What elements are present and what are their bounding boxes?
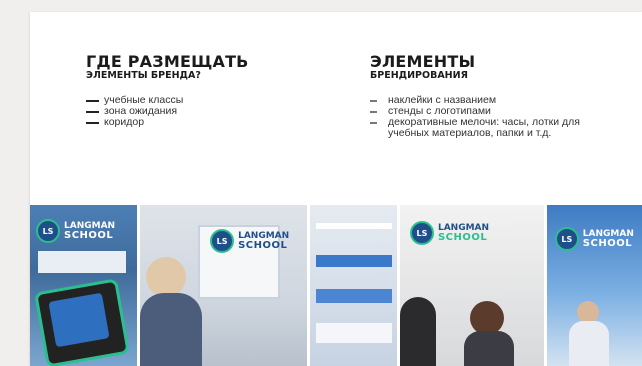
brand-logo: LS LANGMAN SCHOOL (409, 221, 489, 245)
photo-classroom: LS LANGMAN SCHOOL (399, 205, 544, 366)
logo-mark-icon: LS (554, 227, 579, 251)
person-head-shape (146, 257, 187, 297)
branding-elements-section: ЭЛЕМЕНТЫ БРЕНДИРОВАНИЯ наклейки с назван… (370, 54, 630, 139)
logo-bottom-text: SCHOOL (582, 238, 633, 249)
brand-logo: LS LANGMAN SCHOOL (210, 229, 289, 253)
logo-mark-icon: LS (409, 221, 434, 245)
student-head-shape (469, 301, 504, 335)
brand-logo: LS LANGMAN SCHOOL (36, 219, 115, 243)
photo-stand: LS LANGMAN SCHOOL (30, 205, 138, 366)
presentation-slide: ГДЕ РАЗМЕЩАТЬ ЭЛЕМЕНТЫ БРЕНДА? учебные к… (30, 12, 642, 366)
photo-shelves (309, 205, 397, 366)
brand-logo: LS LANGMAN SCHOOL (554, 227, 634, 251)
shelf-shape (315, 223, 392, 229)
student-shape (399, 297, 436, 366)
right-subtitle: БРЕНДИРОВАНИЯ (370, 70, 468, 81)
logo-bottom-text: SCHOOL (437, 232, 488, 243)
left-title: ГДЕ РАЗМЕЩАТЬ (86, 52, 249, 71)
binder-row-shape (315, 255, 392, 267)
logo-bottom-text: SCHOOL (238, 240, 288, 251)
photo-wall-logo: LS LANGMAN SCHOOL (546, 205, 642, 366)
shelf-shape (38, 251, 126, 273)
logo-mark-icon: LS (36, 219, 60, 243)
logo-mark-icon: LS (210, 229, 235, 253)
student-body-shape (463, 331, 514, 366)
list-item: декоративные мелочи: часы, лотки для уче… (370, 117, 588, 139)
where-to-place-section: ГДЕ РАЗМЕЩАТЬ ЭЛЕМЕНТЫ БРЕНДА? учебные к… (86, 54, 326, 128)
person-head-shape (576, 301, 599, 323)
photo-strip: LS LANGMAN SCHOOL LS LANGMAN SCHOOL LS L… (30, 205, 642, 366)
box-row-shape (315, 323, 392, 343)
list-item: коридор (86, 117, 326, 128)
placement-list: учебные классы зона ожидания коридор (86, 95, 326, 128)
tablet-screen-shape (48, 292, 110, 348)
left-subtitle: ЭЛЕМЕНТЫ БРЕНДА? (86, 70, 201, 81)
person-body-shape (140, 293, 203, 366)
person-body-shape (568, 321, 609, 366)
photo-teacher: LS LANGMAN SCHOOL (140, 205, 307, 366)
right-title: ЭЛЕМЕНТЫ (370, 52, 476, 71)
logo-bottom-text: SCHOOL (64, 230, 114, 241)
binder-row-shape (315, 289, 392, 303)
elements-list: наклейки с названием стенды с логотипами… (370, 95, 630, 139)
